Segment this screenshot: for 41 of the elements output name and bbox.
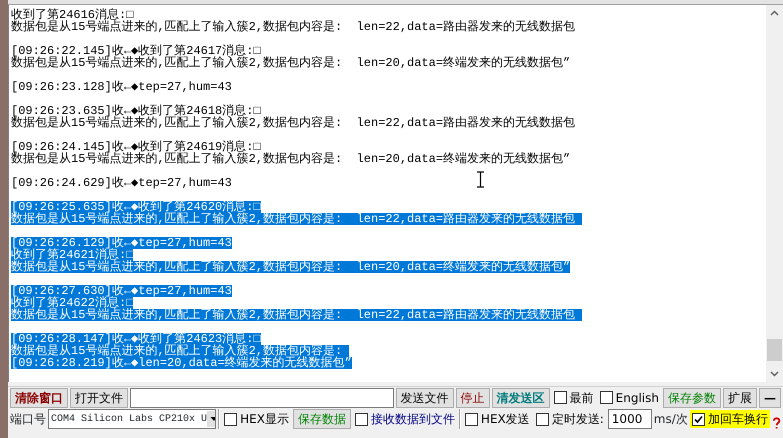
toolbar-button[interactable]: 停止 (456, 388, 490, 408)
checkbox[interactable] (536, 412, 549, 426)
checkbox[interactable] (354, 412, 368, 426)
log-line: [09:26:24.629]收←◆tep=27,hum=43 (11, 177, 232, 189)
log-line: [09:26:23.635]收←◆收到了第24618消息:□ (11, 105, 261, 117)
checkbox[interactable] (554, 391, 567, 404)
checkbox[interactable] (224, 412, 238, 426)
toolbar-button[interactable]: 发送文件 (396, 388, 454, 408)
log-line: 数据包是从15号端点进来的,匹配上了输入簇2,数据包内容是: len=22,data=路由器发来的无线数据包 (11, 21, 576, 33)
toolbar-button[interactable]: 保存参数 (663, 388, 721, 408)
checkbox-label: 定时发送: (552, 411, 604, 428)
checkbox-label: 最前 (570, 390, 594, 406)
checkbox-label: HEX发送 (480, 411, 530, 428)
log-line: 数据包是从15号端点进来的,匹配上了输入簇2,数据包内容是: len=20,data=终端发来的无线数据包” (11, 57, 570, 69)
input-field[interactable]: 1000 (608, 409, 652, 429)
toolbar-button[interactable]: 清除窗口 (10, 388, 68, 408)
text-cursor-icon (476, 171, 485, 188)
log-line: [09:26:24.145]收←◆收到了第24619消息:□ (11, 141, 261, 153)
checkbox-label: HEX显示 (240, 411, 289, 428)
log-line: 收到了第24616消息:□ (11, 9, 134, 21)
checkbox-label: 加回车换行 (708, 411, 768, 428)
toolbar-button[interactable]: 打开文件 (70, 388, 128, 408)
toolbar-button[interactable]: 扩展 (723, 388, 757, 408)
checkbox-label: English (616, 390, 659, 406)
checkbox[interactable] (600, 391, 613, 404)
field-label: 端口号 (10, 411, 46, 428)
checkbox[interactable] (464, 412, 478, 426)
log-line: [09:26:23.128]收←◆tep=27,hum=43 (11, 81, 232, 93)
help-icon[interactable] (772, 416, 781, 430)
log-line: 数据包是从15号端点进来的,匹配上了输入簇2,数据包内容是: len=20,data=终端发来的无线数据包” (11, 153, 570, 165)
checkbox[interactable] (692, 412, 705, 426)
field-label: ms/次 (654, 411, 688, 428)
input-field[interactable] (130, 388, 394, 408)
log-line: [09:26:22.145]收←◆收到了第24617消息:□ (11, 45, 261, 57)
toolbar-button[interactable]: 保存数据 (292, 409, 351, 429)
toolbar-button[interactable]: — (759, 388, 781, 408)
checkbox-label: 接收数据到文件 (370, 411, 455, 428)
port-dropdown[interactable]: COM4 Silicon Labs CP210x U (48, 409, 216, 429)
log-line: 数据包是从15号端点进来的,匹配上了输入簇2,数据包内容是: len=22,data=路由器发来的无线数据包 (11, 117, 576, 129)
scrollbar-thumb[interactable] (767, 339, 782, 361)
toolbar-button[interactable]: 清发送区 (492, 388, 550, 408)
